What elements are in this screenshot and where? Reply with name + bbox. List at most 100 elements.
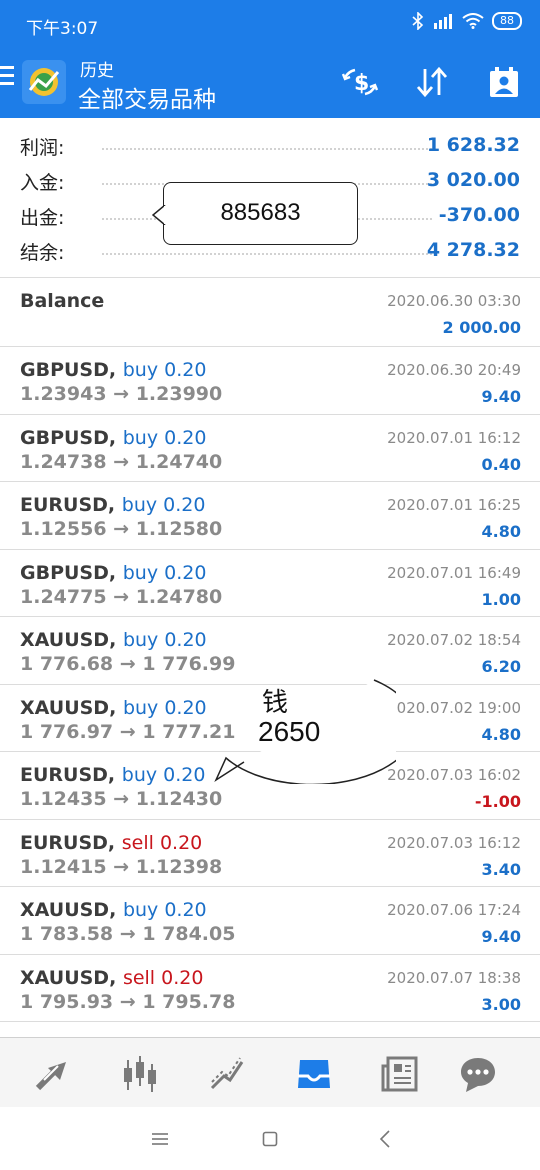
period-button[interactable]	[484, 62, 524, 102]
symbol-name: GBPUSD	[20, 561, 109, 584]
deal-row[interactable]: XAUUSD, sell 0.20 1 795.93 → 1 795.78 2020…	[0, 955, 540, 1022]
deal-profit: 1.00	[481, 589, 521, 609]
annotation-callout-top: 885683	[152, 182, 358, 245]
analytics-icon	[210, 1057, 244, 1090]
deal-row[interactable]: EURUSD, sell 0.20 1.12415 → 1.12398 2020.0…	[0, 820, 540, 887]
arrow-right-icon: →	[106, 518, 136, 540]
deal-profit: 4.80	[481, 522, 521, 541]
close-price: 1.24780	[135, 585, 223, 608]
arrow-right-icon: →	[113, 923, 143, 945]
sort-icon	[416, 66, 448, 98]
summary-value: -370.00	[438, 204, 520, 226]
deal-prices: 1 795.93 → 1 795.78	[20, 991, 235, 1013]
deal-date: 2020.07.01 16:25	[387, 496, 521, 514]
summary-value: 1 628.32	[426, 134, 520, 156]
bottom-navigation	[0, 1037, 540, 1107]
deal-profit: 9.40	[481, 927, 521, 946]
deal-prices: 1.12435 → 1.12430	[20, 788, 222, 810]
header-title[interactable]: 全部交易品种	[78, 80, 216, 114]
deal-direction: buy 0.20	[122, 426, 207, 449]
nav-analytics[interactable]	[208, 1054, 248, 1094]
deal-row[interactable]: GBPUSD, buy 0.20 1.24775 → 1.24780 2020.07…	[0, 550, 540, 617]
status-time: 下午3:07	[26, 19, 99, 39]
symbol-name: XAUUSD	[20, 629, 110, 651]
summary-value: 4 278.32	[426, 239, 520, 261]
app-logo	[22, 60, 66, 104]
open-price: 1.23943	[20, 383, 107, 405]
close-price: 1.12398	[135, 855, 223, 878]
deal-date: 2020.07.02 19:00	[387, 698, 521, 717]
symbol-name: XAUUSD	[20, 899, 110, 921]
symbol-name: EURUSD	[20, 494, 108, 516]
chat-icon	[461, 1058, 495, 1092]
app-header: 下午3:07 88 历史 全部交易品种 $	[0, 0, 540, 118]
deal-row[interactable]: EURUSD, buy 0.20 1.12556 → 1.12580 2020.07…	[0, 482, 540, 550]
annotation-text: 2650	[258, 716, 321, 747]
arrow-right-icon: →	[113, 653, 143, 675]
system-navigation	[0, 1107, 540, 1170]
back-key-icon[interactable]	[379, 1130, 391, 1148]
deal-direction: buy 0.20	[121, 494, 206, 516]
deal-profit: 9.40	[481, 387, 521, 406]
nav-chart[interactable]	[120, 1054, 160, 1094]
deal-date: 2020.06.30 20:49	[387, 361, 521, 379]
symbol-name: GBPUSD	[20, 359, 109, 381]
deal-prices: 1.12556 → 1.12580	[20, 518, 222, 540]
header-subtitle: 历史	[80, 61, 114, 81]
open-price: 1 776.97	[20, 720, 114, 743]
symbol-name: XAUUSD	[20, 966, 110, 989]
arrow-right-icon: →	[106, 585, 136, 608]
deal-symbol: XAUUSD, buy 0.20	[20, 629, 207, 651]
deal-direction: sell 0.20	[121, 831, 203, 854]
deal-symbol: XAUUSD, buy 0.20	[20, 899, 207, 921]
deal-symbol: XAUUSD, buy 0.20	[20, 696, 207, 719]
deal-amount: 2 000.00	[442, 318, 521, 337]
bluetooth-icon	[412, 12, 424, 30]
status-bar: 下午3:07 88	[0, 0, 540, 48]
symbol-name: EURUSD	[20, 764, 108, 786]
open-price: 1 783.58	[20, 923, 114, 945]
home-key-icon[interactable]	[262, 1131, 278, 1147]
deal-direction: buy 0.20	[122, 899, 207, 921]
deal-row[interactable]: GBPUSD, buy 0.20 1.24738 → 1.24740 2020.07…	[0, 415, 540, 482]
annotation-text: 885683	[220, 199, 301, 226]
deal-prices: 1.24738 → 1.24740	[20, 451, 222, 473]
deal-direction: buy 0.20	[123, 1034, 207, 1036]
deal-direction: buy 0.20	[122, 561, 207, 584]
deal-row[interactable]: GBPUSD, buy 0.20 1.23943 → 1.23990 2020.06…	[0, 347, 540, 415]
annotation-text: 钱	[262, 688, 289, 718]
balance-row[interactable]: Balance 2020.06.30 03:30 2 000.00	[0, 278, 540, 347]
summary-row-profit: 利润: 1 628.32	[0, 128, 540, 163]
deal-row[interactable]: XAUUSD, buy 0.20 1 783.58 → 1 784.05 2020.…	[0, 887, 540, 955]
deal-symbol: EURUSD, sell 0.20	[20, 831, 203, 854]
open-price: 1 776.68	[20, 653, 114, 675]
deal-row[interactable]: XAUUSD, buy 0.20	[0, 1022, 540, 1036]
deal-symbol: GBPUSD, buy 0.20	[20, 561, 207, 584]
signal-icon	[434, 14, 452, 29]
history-icon	[298, 1060, 330, 1088]
close-price: 1 784.05	[142, 923, 236, 945]
deal-prices: 1 783.58 → 1 784.05	[20, 923, 235, 945]
sort-button[interactable]	[412, 62, 452, 102]
chart-icon	[124, 1056, 156, 1092]
symbol-name: GBPUSD	[20, 426, 109, 449]
deal-date: 2020.07.01 16:12	[387, 428, 521, 447]
deal-profit: 3.00	[481, 994, 521, 1014]
summary-label: 结余:	[20, 242, 65, 264]
deal-symbol: GBPUSD, buy 0.20	[20, 359, 207, 381]
deal-symbol: XAUUSD, sell 0.20	[20, 966, 204, 989]
nav-chat[interactable]	[458, 1054, 498, 1094]
menu-icon[interactable]	[0, 66, 16, 92]
open-price: 1.12415	[20, 855, 107, 878]
deal-prices: 1.12415 → 1.12398	[20, 856, 222, 878]
deal-date: 2020.07.07 18:38	[387, 968, 521, 987]
menu-key-icon[interactable]	[151, 1132, 169, 1146]
nav-news[interactable]	[380, 1054, 420, 1094]
currency-filter-button[interactable]: $	[340, 62, 380, 102]
deal-profit: 4.80	[481, 724, 521, 744]
summary-label: 出金:	[20, 207, 65, 229]
open-price: 1.24738	[20, 450, 107, 473]
nav-trade[interactable]	[34, 1054, 74, 1094]
nav-history[interactable]	[294, 1054, 334, 1094]
deal-date: 2020.07.06 17:24	[387, 901, 521, 919]
